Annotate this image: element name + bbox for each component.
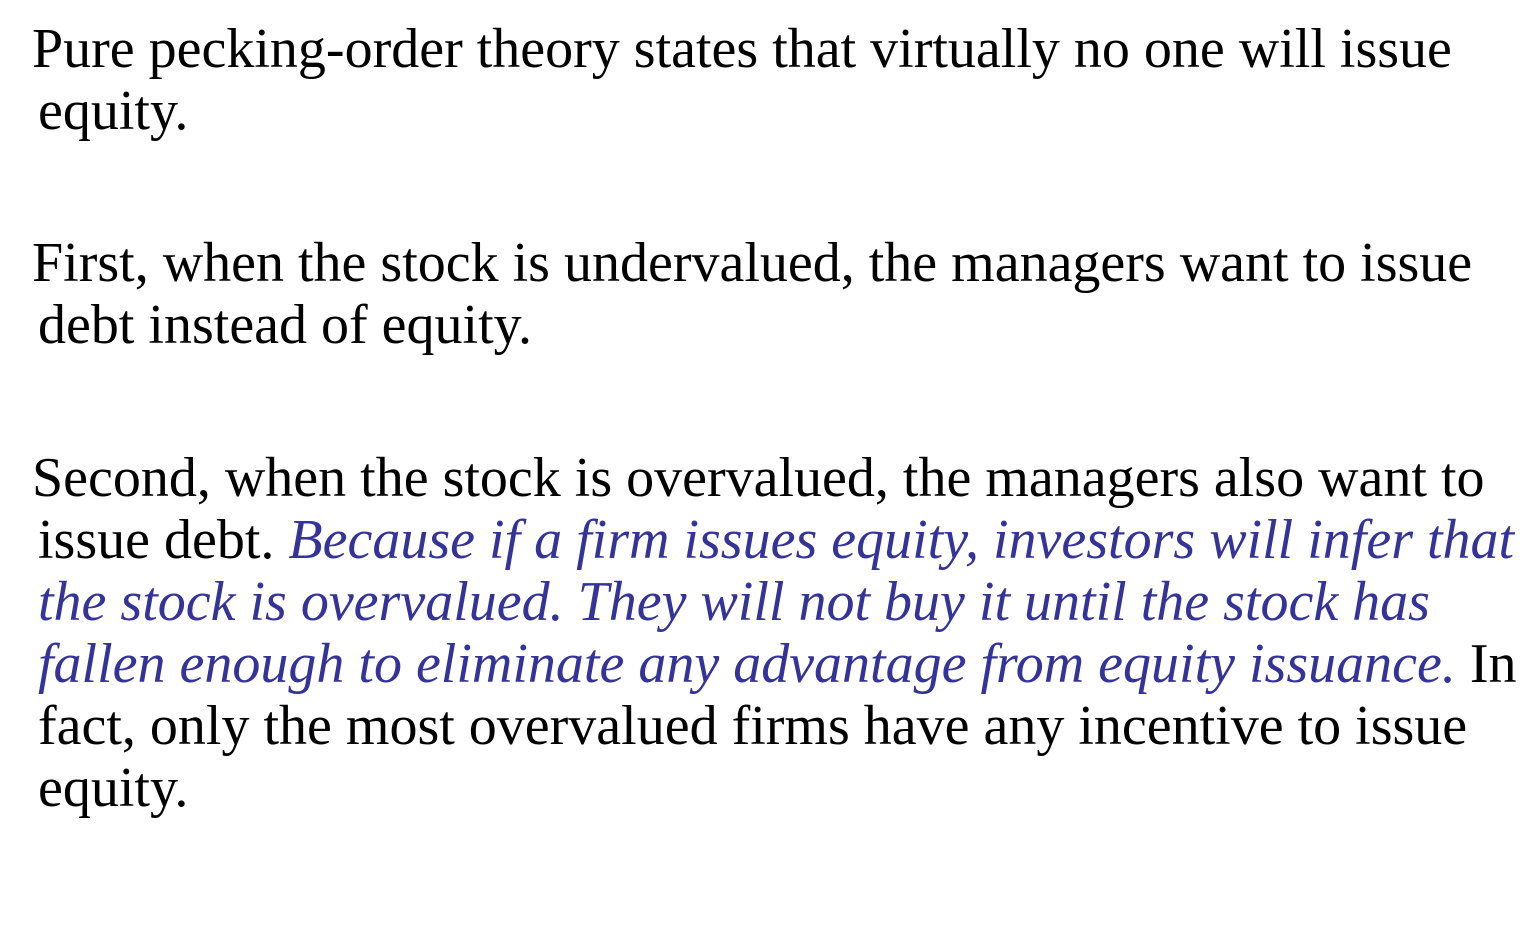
paragraph-undervalued: First, when the stock is undervalued, th… (32, 232, 1518, 356)
slide-page: Pure pecking-order theory states that vi… (0, 0, 1528, 935)
paragraph-text: First, when the stock is undervalued, th… (32, 232, 1473, 356)
paragraph-overvalued: Second, when the stock is overvalued, th… (32, 447, 1518, 819)
paragraph-text: Pure pecking-order theory states that vi… (32, 18, 1452, 142)
paragraph-pecking-order: Pure pecking-order theory states that vi… (32, 18, 1518, 142)
